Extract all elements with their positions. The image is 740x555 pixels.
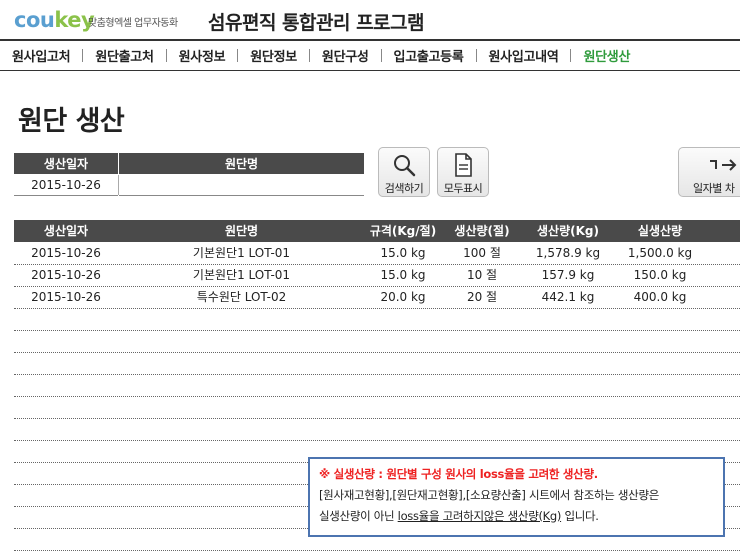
nav-item-in-out-register[interactable]: 입고출고등록 — [382, 46, 476, 65]
cell-actual-qty: 400.0 kg — [633, 290, 687, 304]
cell-actual-qty: 1,500.0 kg — [627, 246, 693, 260]
note-heading: ※ 실생산량 : 원단별 구성 원사의 loss율을 고려한 생산량. — [319, 467, 598, 481]
cell-qty-kg: 1,578.9 kg — [535, 246, 601, 260]
row-divider — [14, 374, 740, 375]
column-header-spec: 규격(Kg/절) — [369, 224, 437, 238]
show-all-button-label: 모두표시 — [443, 182, 483, 195]
column-header-qty-rolls: 생산량(절) — [454, 224, 510, 238]
cell-fabric: 기본원단1 LOT-01 — [192, 246, 291, 260]
row-divider — [14, 286, 740, 287]
cell-fabric: 특수원단 LOT-02 — [196, 290, 287, 304]
magnifier-icon — [379, 152, 429, 178]
row-divider — [14, 308, 740, 309]
cell-actual-qty: 150.0 kg — [633, 268, 687, 282]
row-divider — [14, 396, 740, 397]
top-bar: coukey 맞춤형엑셀 업무자동화 섬유편직 통합관리 프로그램 — [0, 0, 740, 40]
cell-spec: 20.0 kg — [380, 290, 426, 304]
cell-spec: 15.0 kg — [380, 268, 426, 282]
row-divider — [14, 440, 740, 441]
row-divider — [14, 330, 740, 331]
cell-qty-kg: 442.1 kg — [541, 290, 595, 304]
search-header-fabric: 원단명 — [119, 153, 364, 174]
main-nav: 원사입고처 원단출고처 원사정보 원단정보 원단구성 입고출고등록 원사입고내역… — [0, 41, 740, 70]
nav-item-fabric-info[interactable]: 원단정보 — [238, 46, 309, 65]
nav-item-fabric-composition[interactable]: 원단구성 — [310, 46, 381, 65]
arrow-icon — [679, 152, 740, 178]
cell-date: 2015-10-26 — [31, 268, 101, 282]
table-row[interactable]: 2015-10-26 특수원단 LOT-02 20.0 kg 20 절 442.… — [14, 287, 740, 309]
document-icon — [438, 152, 488, 178]
nav-item-yarn-receipts[interactable]: 원사입고내역 — [477, 46, 571, 65]
by-date-button[interactable]: 일자별 차 — [678, 147, 740, 197]
cell-qty-rolls: 10 절 — [466, 268, 498, 282]
cell-date: 2015-10-26 — [31, 290, 101, 304]
nav-divider-bottom — [0, 70, 740, 71]
app-title: 섬유편직 통합관리 프로그램 — [208, 12, 425, 34]
production-table-header: 생산일자 원단명 규격(Kg/절) 생산량(절) 생산량(Kg) 실생산량 — [14, 220, 740, 242]
cell-date: 2015-10-26 — [31, 246, 101, 260]
brand-logo: coukey — [14, 8, 95, 32]
row-divider — [14, 550, 740, 551]
search-button-label: 검색하기 — [384, 182, 424, 195]
column-header-fabric: 원단명 — [224, 224, 259, 238]
production-note-box: ※ 실생산량 : 원단별 구성 원사의 loss율을 고려한 생산량. [원사재… — [308, 457, 725, 537]
column-header-date: 생산일자 — [43, 224, 89, 238]
cell-spec: 15.0 kg — [380, 246, 426, 260]
cell-fabric: 기본원단1 LOT-01 — [192, 268, 291, 282]
cell-qty-rolls: 20 절 — [466, 290, 498, 304]
note-line-3: 실생산량이 아닌 loss율을 고려하지않은 생산량(Kg) 입니다. — [319, 509, 599, 523]
page-title: 원단 생산 — [18, 106, 125, 137]
note-line-2: [원사재고현황],[원단재고현황],[소요량산출] 시트에서 참조하는 생산량은 — [319, 488, 660, 502]
search-button[interactable]: 검색하기 — [378, 147, 430, 197]
cell-qty-kg: 157.9 kg — [541, 268, 595, 282]
nav-item-fabric-customer[interactable]: 원단출고처 — [83, 46, 165, 65]
search-cell-divider — [118, 175, 119, 195]
row-divider — [14, 264, 740, 265]
search-fabric-input[interactable] — [119, 175, 364, 196]
search-header-date: 생산일자 — [14, 153, 118, 174]
table-row[interactable]: 2015-10-26 기본원단1 LOT-01 15.0 kg 10 절 157… — [14, 265, 740, 287]
show-all-button[interactable]: 모두표시 — [437, 147, 489, 197]
search-date-input[interactable]: 2015-10-26 — [14, 175, 118, 196]
row-divider — [14, 418, 740, 419]
brand-tagline: 맞춤형엑셀 업무자동화 — [88, 18, 178, 29]
row-divider — [14, 352, 740, 353]
nav-item-yarn-supplier[interactable]: 원사입고처 — [0, 46, 82, 65]
column-header-qty-kg: 생산량(Kg) — [537, 224, 599, 238]
note-underlined-text: loss율을 고려하지않은 생산량(Kg) — [397, 509, 562, 523]
by-date-button-label: 일자별 차 — [693, 182, 735, 195]
cell-qty-rolls: 100 절 — [463, 246, 501, 260]
nav-item-fabric-production[interactable]: 원단생산 — [571, 46, 642, 65]
column-header-actual-qty: 실생산량 — [637, 224, 683, 238]
nav-item-yarn-info[interactable]: 원사정보 — [167, 46, 238, 65]
table-row[interactable]: 2015-10-26 기본원단1 LOT-01 15.0 kg 100 절 1,… — [14, 243, 740, 265]
